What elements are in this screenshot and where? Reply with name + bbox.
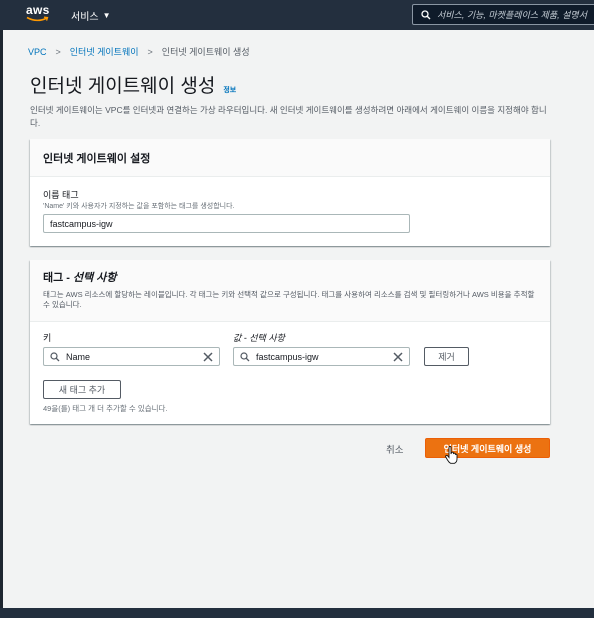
clear-icon[interactable]: [202, 351, 214, 363]
name-tag-description: 'Name' 키와 사용자가 지정하는 값을 포함하는 태그를 생성합니다.: [43, 203, 235, 210]
chevron-right-icon: >: [147, 46, 153, 57]
panel-header: 태그 - 선택 사항 태그는 AWS 리소스에 할당하는 레이블입니다. 각 태…: [30, 260, 550, 322]
panel-header: 인터넷 게이트웨이 설정: [30, 139, 550, 177]
remove-tag-button[interactable]: 제거: [424, 347, 469, 366]
name-tag-input[interactable]: [43, 214, 410, 233]
services-menu[interactable]: 서비스 ▼: [71, 8, 111, 23]
bottom-bar: [0, 608, 594, 618]
cancel-button[interactable]: 취소: [386, 442, 403, 456]
tags-panel: 태그 - 선택 사항 태그는 AWS 리소스에 할당하는 레이블입니다. 각 태…: [30, 260, 550, 424]
hand-cursor-icon: [445, 446, 458, 464]
tag-key-label: 키: [43, 333, 52, 343]
breadcrumb-current: 인터넷 게이트웨이 생성: [161, 47, 250, 57]
remaining-tags-text: 49을(를) 태그 개 더 추가할 수 있습니다.: [43, 404, 168, 413]
panel-title: 태그 - 선택 사항: [43, 269, 537, 285]
search-icon: [421, 9, 431, 19]
tag-value-input[interactable]: fastcampus-igw: [233, 347, 410, 366]
search-icon: [240, 351, 250, 361]
info-link[interactable]: 정보: [223, 85, 236, 95]
tag-key-input[interactable]: Name: [43, 347, 220, 366]
top-navigation-bar: aws 서비스 ▼: [0, 0, 594, 30]
panel-title-optional: 선택 사항: [73, 272, 117, 284]
tag-key-value: Name: [66, 351, 91, 362]
create-internet-gateway-button[interactable]: 인터넷 게이트웨이 생성: [425, 438, 550, 458]
clear-icon[interactable]: [392, 351, 404, 363]
add-tag-button[interactable]: 새 태그 추가: [43, 380, 121, 399]
breadcrumb-internet-gateways[interactable]: 인터넷 게이트웨이: [70, 45, 139, 58]
search-input[interactable]: [437, 9, 594, 20]
search-icon: [50, 351, 60, 361]
name-tag-label: 이름 태그: [43, 190, 79, 200]
caret-down-icon: ▼: [102, 11, 111, 20]
global-search[interactable]: [412, 4, 594, 25]
services-label: 서비스: [71, 12, 99, 23]
tag-value-label: 값 - 선택 사항: [233, 333, 285, 343]
panel-title-prefix: 태그 -: [43, 272, 74, 284]
breadcrumb-vpc[interactable]: VPC: [28, 47, 47, 57]
panel-title: 인터넷 게이트웨이 설정: [43, 152, 151, 165]
page-description: 인터넷 게이트웨이는 VPC를 인터넷과 연결하는 가상 라우터입니다. 새 인…: [30, 105, 547, 128]
aws-logo[interactable]: aws: [26, 4, 52, 26]
gateway-settings-panel: 인터넷 게이트웨이 설정 이름 태그 'Name' 키와 사용자가 지정하는 값…: [30, 139, 550, 246]
tag-value-value: fastcampus-igw: [256, 351, 319, 362]
aws-logo-text: aws: [26, 3, 50, 17]
aws-smile-icon: [26, 16, 49, 22]
page-title: 인터넷 게이트웨이 생성: [30, 76, 216, 97]
chevron-right-icon: >: [55, 46, 61, 57]
breadcrumb: VPC > 인터넷 게이트웨이 > 인터넷 게이트웨이 생성: [28, 45, 250, 58]
tags-description: 태그는 AWS 리소스에 할당하는 레이블입니다. 각 태그는 키와 선택적 값…: [43, 290, 535, 309]
page-header: 인터넷 게이트웨이 생성 정보: [30, 71, 236, 98]
